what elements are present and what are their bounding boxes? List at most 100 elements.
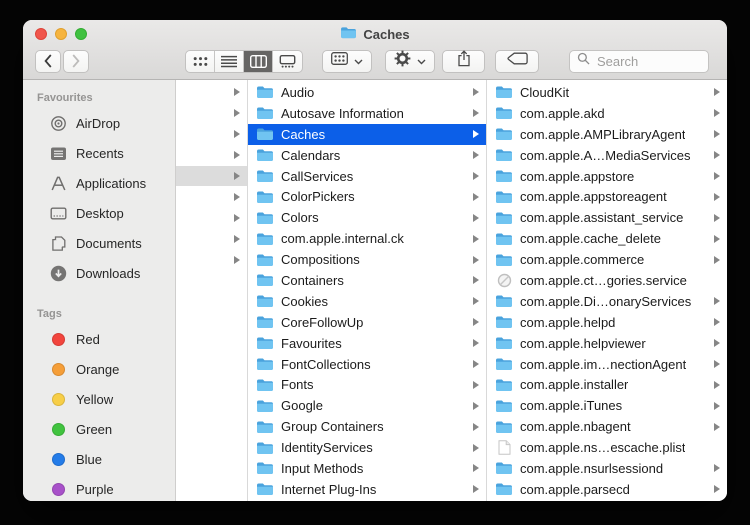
action-menu-button[interactable] <box>385 49 435 73</box>
file-row-com-apple-assistant-service[interactable]: com.apple.assistant_service <box>487 207 727 228</box>
file-row-com-apple-installer[interactable]: com.apple.installer <box>487 374 727 395</box>
file-row-input-methods[interactable]: Input Methods <box>248 458 486 479</box>
file-row-fontcollections[interactable]: FontCollections <box>248 354 486 375</box>
sidebar-item-purple[interactable]: Purple <box>23 474 175 501</box>
disclosure-chevron-icon <box>714 339 720 348</box>
disclosure-chevron-icon <box>473 443 479 452</box>
file-row-com-apple-appstore[interactable]: com.apple.appstore <box>487 166 727 187</box>
back-button[interactable] <box>35 49 61 73</box>
file-row-colorpickers[interactable]: ColorPickers <box>248 186 486 207</box>
file-row-callservices[interactable]: CallServices <box>248 166 486 187</box>
file-row-internet-plug-ins[interactable]: Internet Plug-Ins <box>248 479 486 500</box>
file-row-autosave-information[interactable]: Autosave Information <box>248 103 486 124</box>
file-row-com-apple-helpd[interactable]: com.apple.helpd <box>487 312 727 333</box>
file-name: Favourites <box>281 335 342 351</box>
folder-icon <box>256 189 274 204</box>
file-row-com-apple-nsurlsessiond[interactable]: com.apple.nsurlsessiond <box>487 458 727 479</box>
file-row-com-apple-amplibraryagent[interactable]: com.apple.AMPLibraryAgent <box>487 124 727 145</box>
content-area: Favourites AirDrop Recents Applications Desk… <box>23 80 727 501</box>
tag-icon <box>506 52 528 70</box>
disclosure-chevron-icon <box>473 485 479 494</box>
window-chrome: Caches <box>23 20 727 80</box>
file-row-corefollowup[interactable]: CoreFollowUp <box>248 312 486 333</box>
file-row-com-apple-di-onaryservices[interactable]: com.apple.Di…onaryServices <box>487 291 727 312</box>
file-row-compositions[interactable]: Compositions <box>248 249 486 270</box>
sidebar-item-recents[interactable]: Recents <box>23 138 175 168</box>
sidebar-item-orange[interactable]: Orange <box>23 354 175 384</box>
group-icon <box>331 52 348 70</box>
sidebar-item-label: Purple <box>76 481 114 497</box>
file-row-com-apple-parsecd[interactable]: com.apple.parsecd <box>487 479 727 500</box>
parent-column-row[interactable] <box>176 124 247 145</box>
file-row-com-apple-itunes[interactable]: com.apple.iTunes <box>487 395 727 416</box>
file-name: com.apple.helpviewer <box>520 335 646 351</box>
share-icon <box>457 50 471 72</box>
icon-view-button[interactable] <box>186 50 215 72</box>
sidebar-item-green[interactable]: Green <box>23 414 175 444</box>
red-tag-icon <box>52 332 65 346</box>
sidebar-item-downloads[interactable]: Downloads <box>23 258 175 288</box>
file-row-com-apple-helpviewer[interactable]: com.apple.helpviewer <box>487 333 727 354</box>
share-button[interactable] <box>442 49 485 73</box>
parent-column-row[interactable] <box>176 103 247 124</box>
parent-column-row[interactable] <box>176 82 247 103</box>
sidebar-item-desktop[interactable]: Desktop <box>23 198 175 228</box>
forward-button[interactable] <box>63 49 89 73</box>
file-row-identityservices[interactable]: IdentityServices <box>248 437 486 458</box>
file-row-containers[interactable]: Containers <box>248 270 486 291</box>
file-row-com-apple-commerce[interactable]: com.apple.commerce <box>487 249 727 270</box>
folder-icon <box>495 169 513 184</box>
disclosure-chevron-icon <box>714 464 720 473</box>
file-row-colors[interactable]: Colors <box>248 207 486 228</box>
disclosure-chevron-icon <box>714 318 720 327</box>
file-name: com.apple.iTunes <box>520 398 623 414</box>
file-row-com-apple-cache-delete[interactable]: com.apple.cache_delete <box>487 228 727 249</box>
sidebar-item-label: Yellow <box>76 391 114 407</box>
disclosure-chevron-icon <box>473 276 479 285</box>
file-row-cloudkit[interactable]: CloudKit <box>487 82 727 103</box>
group-menu-button[interactable] <box>322 49 372 73</box>
purple-tag-icon <box>52 482 65 496</box>
gallery-view-button[interactable] <box>273 51 302 72</box>
sidebar-item-documents[interactable]: Documents <box>23 228 175 258</box>
parent-column-row[interactable] <box>176 165 247 187</box>
file-name: IdentityServices <box>281 440 373 456</box>
column-view-button[interactable] <box>244 50 273 72</box>
disclosure-chevron-icon <box>473 360 479 369</box>
file-row-com-apple-akd[interactable]: com.apple.akd <box>487 103 727 124</box>
list-view-button[interactable] <box>215 50 244 72</box>
sidebar-item-yellow[interactable]: Yellow <box>23 384 175 414</box>
file-row-com-apple-a-mediaservices[interactable]: com.apple.A…MediaServices <box>487 145 727 166</box>
file-row-com-apple-im-nectionagent[interactable]: com.apple.im…nectionAgent <box>487 354 727 375</box>
parent-column-row[interactable] <box>176 228 247 249</box>
file-row-audio[interactable]: Audio <box>248 82 486 103</box>
search-input[interactable] <box>595 52 701 70</box>
sidebar-item-airdrop[interactable]: AirDrop <box>23 108 175 138</box>
disclosure-chevron-icon <box>714 213 720 222</box>
sidebar-item-red[interactable]: Red <box>23 324 175 354</box>
disclosure-chevron-icon <box>714 360 720 369</box>
file-row-google[interactable]: Google <box>248 395 486 416</box>
tag-button[interactable] <box>495 49 539 73</box>
parent-column-row[interactable] <box>176 145 247 166</box>
file-row-fonts[interactable]: Fonts <box>248 374 486 395</box>
file-row-com-apple-nbagent[interactable]: com.apple.nbagent <box>487 416 727 437</box>
file-row-com-apple-ns-escache-plist[interactable]: com.apple.ns…escache.plist <box>487 437 727 458</box>
file-name: Fonts <box>281 377 314 393</box>
file-row-calendars[interactable]: Calendars <box>248 145 486 166</box>
folder-icon <box>256 169 274 184</box>
file-row-group-containers[interactable]: Group Containers <box>248 416 486 437</box>
file-row-favourites[interactable]: Favourites <box>248 333 486 354</box>
file-row-com-apple-internal-ck[interactable]: com.apple.internal.ck <box>248 228 486 249</box>
sidebar-item-applications[interactable]: Applications <box>23 168 175 198</box>
file-row-com-apple-ct-gories-service[interactable]: com.apple.ct…gories.service <box>487 270 727 291</box>
file-row-com-apple-appstoreagent[interactable]: com.apple.appstoreagent <box>487 186 727 207</box>
disclosure-chevron-icon <box>473 318 479 327</box>
disclosure-chevron-icon <box>234 192 240 201</box>
parent-column-row[interactable] <box>176 207 247 228</box>
parent-column-row[interactable] <box>176 186 247 207</box>
file-row-cookies[interactable]: Cookies <box>248 291 486 312</box>
parent-column-row[interactable] <box>176 249 247 270</box>
file-row-caches[interactable]: Caches <box>248 123 486 145</box>
sidebar-item-blue[interactable]: Blue <box>23 444 175 474</box>
